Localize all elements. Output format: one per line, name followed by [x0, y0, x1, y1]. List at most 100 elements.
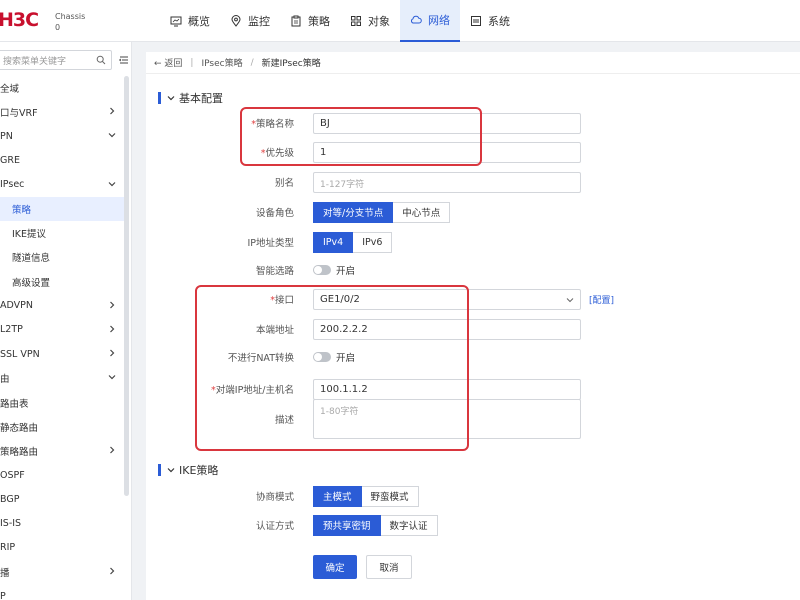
- sidebar-item[interactable]: RIP: [0, 536, 124, 560]
- chevron-right-icon: [110, 446, 115, 454]
- nav-network-label: 网络: [428, 14, 450, 27]
- sidebar-item[interactable]: 隧道信息: [0, 245, 124, 269]
- device-role-center-option[interactable]: 中心节点: [393, 201, 451, 223]
- chevron-down-icon: [167, 96, 175, 101]
- chevron-right-icon: [110, 567, 115, 575]
- sidebar-item[interactable]: L2TP: [0, 318, 124, 342]
- sidebar-menu: 全域口与VRF PN GRE IPsec 策略 IKE提议隧道信息 高级设置 ADVPN L2T…: [0, 76, 124, 600]
- nav-network[interactable]: 网络: [400, 0, 460, 42]
- nav-policy[interactable]: 策略: [280, 0, 340, 42]
- sidebar-item[interactable]: SSL VPN: [0, 342, 124, 366]
- section-ike-title: IKE策略: [179, 464, 219, 477]
- sidebar-item-label: L2TP: [0, 324, 23, 336]
- search-icon[interactable]: [96, 55, 106, 65]
- device-role-peer-option[interactable]: 对等/分支节点: [313, 201, 394, 223]
- nav-policy-label: 策略: [308, 15, 330, 28]
- section-basic-config[interactable]: 基本配置: [158, 90, 223, 106]
- negotiation-mode-label: 协商模式: [255, 492, 294, 503]
- cancel-button[interactable]: 取消: [366, 555, 412, 579]
- breadcrumb-parent[interactable]: IPsec策略: [193, 56, 250, 69]
- row-alias: 别名 1-127字符: [146, 171, 800, 193]
- sidebar-item[interactable]: IPsec: [0, 173, 124, 197]
- sidebar-item-label: BGP: [0, 493, 20, 505]
- sidebar-scrollbar[interactable]: [124, 76, 129, 496]
- sidebar-item[interactable]: 播: [0, 560, 124, 584]
- chevron-down-icon: [108, 181, 116, 187]
- nav-monitor[interactable]: 监控: [220, 0, 280, 42]
- location-icon: [231, 15, 241, 27]
- monitor-icon: [170, 16, 182, 27]
- negotiation-main-option[interactable]: 主模式: [313, 485, 362, 507]
- sidebar-item[interactable]: 策略路由: [0, 439, 124, 463]
- nav-overview[interactable]: 概览: [160, 0, 220, 42]
- device-role-segment: 对等/分支节点 中心节点: [313, 201, 451, 223]
- negotiation-aggressive-option[interactable]: 野蛮模式: [361, 485, 419, 507]
- alias-label: 别名: [274, 178, 294, 189]
- ip-type-ipv4-option[interactable]: IPv4: [313, 231, 354, 253]
- sidebar-item[interactable]: OSPF: [0, 463, 124, 487]
- ok-button[interactable]: 确定: [313, 555, 357, 579]
- sidebar-item[interactable]: P: [0, 584, 124, 600]
- sidebar-item[interactable]: 静态路由: [0, 415, 124, 439]
- ip-type-ipv6-option[interactable]: IPv6: [353, 231, 393, 253]
- chevron-right-icon: [110, 107, 115, 115]
- sidebar-item-label: 策略路由: [0, 446, 39, 458]
- chevron-down-icon: [566, 297, 574, 302]
- interface-config-link[interactable]: [配置]: [589, 293, 614, 306]
- highlight-box-policy: [240, 107, 482, 166]
- nav-object-label: 对象: [368, 15, 390, 28]
- sidebar-item[interactable]: 全域: [0, 76, 124, 100]
- sidebar-item[interactable]: 由: [0, 366, 124, 390]
- sidebar-item-label: SSL VPN: [0, 348, 40, 360]
- chassis-number: 0: [55, 23, 61, 32]
- smart-route-toggle[interactable]: [313, 265, 331, 275]
- alias-input[interactable]: 1-127字符: [313, 171, 581, 193]
- sidebar-item[interactable]: PN: [0, 124, 124, 148]
- menu-search-input[interactable]: 搜索菜单关键字: [0, 50, 112, 70]
- ip-type-label: IP地址类型: [247, 238, 294, 249]
- grid-icon: [351, 16, 361, 26]
- back-link[interactable]: ← 返回: [146, 56, 190, 69]
- menu-collapse-icon[interactable]: [119, 55, 129, 65]
- system-icon: [471, 16, 481, 26]
- smart-route-toggle-label: 开启: [336, 266, 356, 277]
- sidebar-item-label: IS-IS: [0, 517, 22, 529]
- sidebar-item[interactable]: 策略: [0, 196, 124, 222]
- sidebar-item[interactable]: 高级设置: [0, 270, 124, 294]
- breadcrumb: ← 返回 | IPsec策略 / 新建IPsec策略: [146, 52, 800, 74]
- auth-psk-option[interactable]: 预共享密钥: [313, 514, 381, 536]
- sidebar-item[interactable]: BGP: [0, 487, 124, 511]
- nav-object[interactable]: 对象: [340, 0, 400, 42]
- chassis-info: Chassis 0: [55, 11, 85, 33]
- auth-cert-option[interactable]: 数字认证: [380, 514, 438, 536]
- chevron-down-icon: [108, 133, 116, 138]
- chevron-down-icon: [167, 468, 175, 473]
- sidebar-item[interactable]: IS-IS: [0, 511, 124, 535]
- sidebar: 搜索菜单关键字 全域口与VRF PN GRE IPsec 策略 IKE提议隧道信息 高级设置…: [0, 42, 132, 600]
- sidebar-item-label: PN: [0, 130, 13, 142]
- row-auth-method: 认证方式 预共享密钥 数字认证: [146, 514, 800, 536]
- sidebar-item[interactable]: IKE提议: [0, 221, 124, 245]
- nav-system[interactable]: 系统: [460, 0, 520, 42]
- nav-monitor-label: 监控: [248, 15, 270, 28]
- device-role-label: 设备角色: [255, 208, 294, 219]
- sidebar-item[interactable]: 口与VRF: [0, 100, 124, 124]
- sidebar-item[interactable]: 路由表: [0, 390, 124, 414]
- section-ike-policy[interactable]: IKE策略: [158, 462, 218, 478]
- sidebar-item-label: IKE提议: [12, 229, 47, 241]
- sidebar-item[interactable]: ADVPN: [0, 294, 124, 318]
- section-basic-title: 基本配置: [179, 92, 223, 105]
- sidebar-item-label: 由: [0, 374, 10, 386]
- sidebar-item[interactable]: GRE: [0, 149, 124, 173]
- sidebar-item-label: 全域: [0, 84, 20, 96]
- breadcrumb-current: 新建IPsec策略: [261, 59, 321, 69]
- clipboard-icon: [291, 15, 301, 27]
- auth-method-segment: 预共享密钥 数字认证: [313, 514, 438, 536]
- sidebar-item-label: IPsec: [0, 179, 25, 191]
- chevron-right-icon: [110, 349, 115, 357]
- chassis-label: Chassis: [55, 12, 86, 21]
- row-ip-type: IP地址类型 IPv4 IPv6: [146, 231, 800, 253]
- smart-route-label: 智能选路: [255, 266, 294, 277]
- sidebar-item-label: GRE: [0, 155, 20, 167]
- sidebar-item-label: RIP: [0, 542, 16, 554]
